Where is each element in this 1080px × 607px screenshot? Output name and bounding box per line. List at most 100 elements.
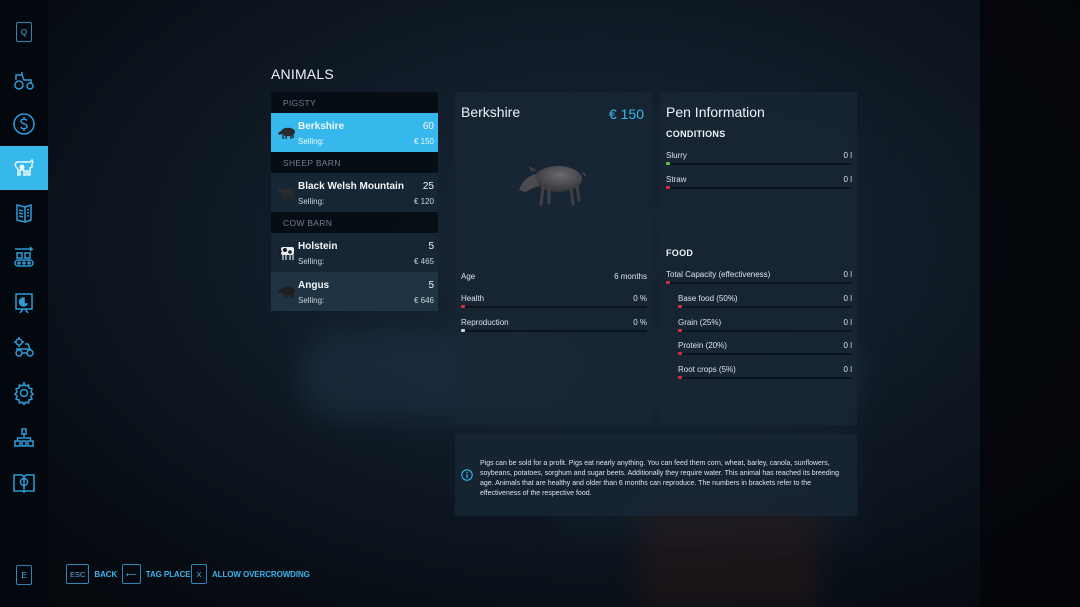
info-text: Pigs can be sold for a profit. Pigs eat …	[480, 460, 840, 497]
food-base-food: Base food (50%) 0 l	[678, 294, 852, 310]
stat-value: 0 %	[633, 318, 647, 327]
selling-label: Selling:	[298, 197, 325, 206]
contracts-icon	[16, 203, 32, 223]
sidebar-item-animals[interactable]	[0, 146, 48, 190]
grain-bar-track	[678, 330, 852, 332]
animal-row-black-welsh-mountain[interactable]: Black Welsh Mountain 25 Selling: € 120	[271, 173, 438, 212]
animal-list: PIGSTY Berkshire 60 Selling: € 150 SHEEP…	[271, 92, 438, 311]
animal-count: 5	[428, 280, 434, 291]
sidebar-item-multiplayer[interactable]	[0, 416, 48, 460]
straw-bar-track	[666, 187, 852, 189]
animal-row-angus[interactable]: Angus 5 Selling: € 646	[271, 272, 438, 311]
pen-information-title: Pen Information	[666, 104, 765, 120]
sidebar-item-contracts[interactable]	[0, 191, 48, 235]
next-page-key[interactable]: E	[16, 565, 32, 585]
allow-overcrowding-label: ALLOW OVERCROWDING	[212, 569, 310, 579]
group-header-pigsty: PIGSTY	[271, 92, 438, 113]
health-bar-fill	[461, 305, 465, 308]
stat-label: Slurry	[666, 151, 687, 160]
selling-label: Selling:	[298, 257, 325, 266]
pig-thumbnail-icon	[278, 127, 295, 139]
esc-key: ESC	[66, 564, 90, 584]
finances-icon	[13, 113, 35, 135]
tag-place-label: TAG PLACE	[145, 569, 191, 579]
selling-price: € 150	[413, 137, 434, 146]
stat-age: Age 6 months	[461, 272, 647, 288]
sidebar-item-statistics[interactable]	[0, 281, 48, 325]
animal-detail-panel: Berkshire € 150 Age 6 months Health 0 % …	[455, 92, 652, 425]
allow-overcrowding-button[interactable]: X ALLOW OVERCROWDING	[191, 564, 310, 584]
group-header-sheep-barn: SHEEP BARN	[271, 152, 438, 173]
cow-thumbnail-icon	[278, 247, 294, 260]
reproduction-bar-fill	[461, 329, 465, 332]
food-total-capacity: Total Capacity (effectiveness) 0 l	[666, 270, 852, 286]
stat-value: 0 l	[843, 151, 852, 160]
cow-thumbnail-icon	[278, 286, 295, 298]
slurry-bar-track	[666, 163, 852, 165]
sidebar-item-settings[interactable]	[0, 371, 48, 415]
stat-label: Grain (25%)	[678, 318, 722, 327]
back-button[interactable]: ESC BACK	[66, 564, 117, 584]
x-key: X	[191, 564, 207, 584]
selling-price: € 120	[413, 197, 434, 206]
base-food-bar-track	[678, 306, 852, 308]
food-root-crops: Root crops (5%) 0 l	[678, 365, 852, 381]
food-protein: Protein (20%) 0 l	[678, 341, 852, 357]
base-food-bar-fill	[678, 305, 682, 308]
background-vignette	[980, 0, 1080, 607]
reproduction-bar-track	[461, 330, 647, 332]
protein-bar-track	[678, 353, 852, 355]
stat-health: Health 0 %	[461, 294, 647, 310]
production-icon	[14, 246, 34, 267]
animal-detail-title: Berkshire	[461, 104, 521, 120]
sidebar-item-garage[interactable]	[0, 325, 48, 369]
backspace-key: ⟵	[122, 564, 141, 584]
total-capacity-bar-track	[666, 282, 852, 284]
animal-name: Black Welsh Mountain	[298, 181, 404, 192]
help-icon	[13, 474, 35, 493]
stat-label: Base food (50%)	[678, 294, 738, 303]
prev-page-key[interactable]: Q	[16, 22, 32, 42]
condition-slurry: Slurry 0 l	[666, 151, 852, 167]
stat-label: Straw	[666, 175, 687, 184]
animal-count: 5	[428, 241, 434, 252]
stat-value: 0 %	[633, 294, 647, 303]
animal-count: 60	[422, 121, 434, 132]
selling-price: € 465	[413, 257, 434, 266]
root-crops-bar-track	[678, 377, 852, 379]
stat-value: 0 l	[843, 175, 852, 184]
stat-label: Health	[461, 294, 485, 303]
animal-row-berkshire[interactable]: Berkshire 60 Selling: € 150	[271, 113, 438, 152]
food-grain: Grain (25%) 0 l	[678, 318, 852, 334]
statistics-icon	[15, 293, 33, 314]
total-capacity-bar-fill	[666, 281, 670, 284]
sidebar-item-production[interactable]	[0, 236, 48, 280]
grain-bar-fill	[678, 329, 682, 332]
straw-bar-fill	[666, 186, 670, 189]
stat-value: 0 l	[843, 318, 852, 327]
protein-bar-fill	[678, 352, 682, 355]
tag-place-button[interactable]: ⟵ TAG PLACE	[122, 564, 191, 584]
sidebar-item-vehicles[interactable]	[0, 58, 48, 102]
pig-model-image	[519, 166, 586, 206]
animal-row-holstein[interactable]: Holstein 5 Selling: € 465	[271, 233, 438, 272]
food-heading: FOOD	[666, 248, 694, 258]
stat-reproduction: Reproduction 0 %	[461, 318, 647, 334]
root-crops-bar-fill	[678, 376, 682, 379]
group-header-cow-barn: COW BARN	[271, 212, 438, 233]
sidebar-item-finances[interactable]	[0, 102, 48, 146]
stat-label: Total Capacity (effectiveness)	[666, 270, 771, 279]
health-bar-track	[461, 306, 647, 308]
stat-label: Age	[461, 272, 476, 281]
info-icon	[461, 469, 473, 481]
selling-label: Selling:	[298, 296, 325, 305]
multiplayer-icon	[14, 428, 34, 447]
sidebar-item-help[interactable]	[0, 461, 48, 505]
stat-value: 0 l	[843, 270, 852, 279]
page-title: ANIMALS	[271, 66, 334, 82]
pen-information-panel: Pen Information CONDITIONS Slurry 0 l St…	[660, 92, 857, 425]
stat-value: 0 l	[843, 294, 852, 303]
slurry-bar-fill	[666, 162, 670, 165]
animal-detail-price: € 150	[608, 106, 644, 122]
settings-icon	[13, 381, 35, 405]
